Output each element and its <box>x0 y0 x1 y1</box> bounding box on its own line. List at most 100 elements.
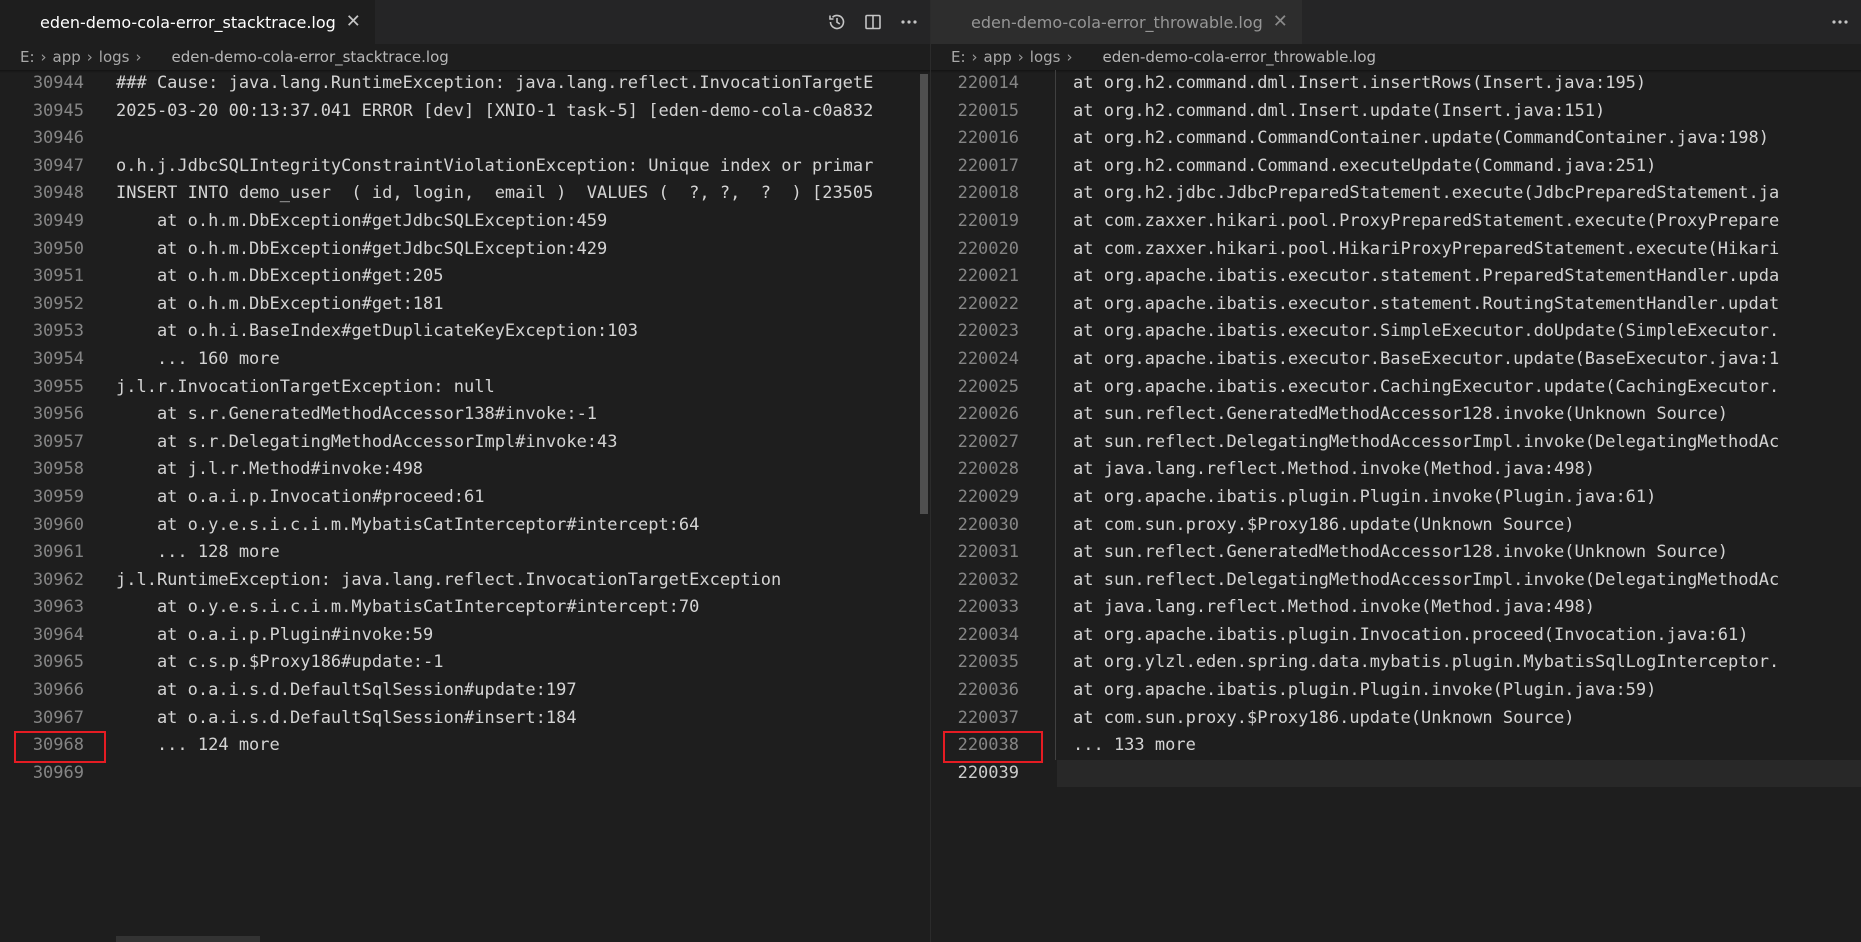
code-area[interactable]: at org.h2.command.dml.Insert.insertRows(… <box>1073 70 1861 787</box>
code-line[interactable]: ... 128 more <box>116 539 930 567</box>
code-line[interactable] <box>116 125 930 153</box>
code-line[interactable]: at j.l.r.Method#invoke:498 <box>116 456 930 484</box>
code-line[interactable]: at com.zaxxer.hikari.pool.ProxyPreparedS… <box>1073 208 1861 236</box>
code-line[interactable]: at java.lang.reflect.Method.invoke(Metho… <box>1073 594 1861 622</box>
code-area[interactable]: ### Cause: java.lang.RuntimeException: j… <box>116 70 930 787</box>
code-line[interactable]: at sun.reflect.GeneratedMethodAccessor12… <box>1073 401 1861 429</box>
code-line[interactable]: ... 160 more <box>116 346 930 374</box>
line-number: 30957 <box>32 431 84 452</box>
code-line[interactable] <box>1073 760 1861 788</box>
editor-left[interactable]: 30944 30945 30946 30947 30948 30949 30950 30951… <box>0 70 930 942</box>
code-line[interactable]: at o.y.e.s.i.c.i.m.MybatisCatInterceptor… <box>116 512 930 540</box>
breadcrumb-item-drive[interactable]: E: › <box>20 48 53 66</box>
code-line[interactable]: at org.apache.ibatis.executor.statement.… <box>1073 263 1861 291</box>
code-line[interactable]: j.l.r.InvocationTargetException: null <box>116 374 930 402</box>
line-number: 30965 <box>32 652 84 673</box>
close-icon[interactable]: ✕ <box>346 13 361 31</box>
line-number: 30955 <box>32 376 84 397</box>
line-number: 220020 <box>957 238 1019 259</box>
more-actions-icon[interactable] <box>1829 11 1851 33</box>
chevron-right-icon: › <box>971 48 978 66</box>
code-line[interactable]: at org.apache.ibatis.executor.CachingExe… <box>1073 374 1861 402</box>
line-number: 220027 <box>957 431 1019 452</box>
breadcrumb-label: app <box>52 48 81 66</box>
code-line[interactable]: at o.y.e.s.i.c.i.m.MybatisCatInterceptor… <box>116 594 930 622</box>
breadcrumb-item-app[interactable]: app › <box>53 48 99 66</box>
code-line[interactable]: ### Cause: java.lang.RuntimeException: j… <box>116 70 930 98</box>
code-line[interactable]: at o.a.i.s.d.DefaultSqlSession#insert:18… <box>116 705 930 733</box>
breadcrumb-item-file[interactable]: eden-demo-cola-error_stacktrace.log <box>171 48 448 66</box>
code-line[interactable]: at o.h.m.DbException#getJdbcSQLException… <box>116 236 930 264</box>
code-line[interactable]: ... 124 more <box>116 732 930 760</box>
code-line[interactable]: at com.sun.proxy.$Proxy186.update(Unknow… <box>1073 512 1861 540</box>
line-number: 30944 <box>32 73 84 93</box>
code-line[interactable]: at o.h.i.BaseIndex#getDuplicateKeyExcept… <box>116 318 930 346</box>
code-line[interactable]: at o.h.m.DbException#getJdbcSQLException… <box>116 208 930 236</box>
highlight-box <box>943 731 1043 763</box>
code-line[interactable]: at java.lang.reflect.Method.invoke(Metho… <box>1073 456 1861 484</box>
code-line[interactable]: at org.h2.command.CommandContainer.updat… <box>1073 125 1861 153</box>
line-number: 220022 <box>957 293 1019 314</box>
code-line[interactable]: at org.h2.command.dml.Insert.update(Inse… <box>1073 98 1861 126</box>
code-line[interactable]: at org.h2.command.dml.Insert.insertRows(… <box>1073 70 1861 98</box>
code-line[interactable]: at o.h.m.DbException#get:181 <box>116 291 930 319</box>
code-line[interactable]: at org.apache.ibatis.plugin.Plugin.invok… <box>1073 484 1861 512</box>
code-line[interactable]: at org.h2.command.Command.executeUpdate(… <box>1073 153 1861 181</box>
close-icon[interactable]: ✕ <box>1273 13 1288 31</box>
more-actions-icon[interactable] <box>898 11 920 33</box>
breadcrumb-item-drive[interactable]: E: › <box>951 48 984 66</box>
code-line[interactable]: at org.apache.ibatis.executor.BaseExecut… <box>1073 346 1861 374</box>
editor-actions-left <box>826 0 920 44</box>
history-icon[interactable] <box>826 11 848 33</box>
horizontal-scrollbar[interactable] <box>116 936 260 942</box>
code-line[interactable]: at sun.reflect.DelegatingMethodAccessorI… <box>1073 429 1861 457</box>
breadcrumb-item-file[interactable]: eden-demo-cola-error_throwable.log <box>1102 48 1376 66</box>
breadcrumb-right: E: › app › logs › eden-demo-cola-error_thro… <box>931 44 1861 70</box>
line-number: 220033 <box>957 597 1019 618</box>
code-line[interactable]: at com.sun.proxy.$Proxy186.update(Unknow… <box>1073 705 1861 733</box>
chevron-right-icon: › <box>1017 48 1024 66</box>
split-editor-icon[interactable] <box>862 11 884 33</box>
code-line[interactable]: at o.a.i.p.Plugin#invoke:59 <box>116 622 930 650</box>
code-line[interactable]: 2025-03-20 00:13:37.041 ERROR [dev] [XNI… <box>116 98 930 126</box>
breadcrumb-item-logs[interactable]: logs › <box>1030 48 1079 66</box>
vertical-scrollbar[interactable] <box>920 74 928 514</box>
breadcrumb-item-app[interactable]: app › <box>984 48 1030 66</box>
line-number: 220025 <box>957 376 1019 397</box>
breadcrumb-item-logs[interactable]: logs › <box>99 48 148 66</box>
code-line[interactable]: at sun.reflect.DelegatingMethodAccessorI… <box>1073 567 1861 595</box>
breadcrumb-label: E: <box>20 48 35 66</box>
line-number: 30952 <box>32 293 84 314</box>
line-number: 30947 <box>32 155 84 176</box>
code-line[interactable]: o.h.j.JdbcSQLIntegrityConstraintViolatio… <box>116 153 930 181</box>
code-line[interactable]: at o.a.i.s.d.DefaultSqlSession#update:19… <box>116 677 930 705</box>
code-line[interactable]: at org.apache.ibatis.executor.statement.… <box>1073 291 1861 319</box>
code-line[interactable]: at s.r.GeneratedMethodAccessor138#invoke… <box>116 401 930 429</box>
line-number: 30956 <box>32 404 84 425</box>
code-line[interactable] <box>116 760 930 788</box>
tabs-bar-right: eden-demo-cola-error_throwable.log ✕ <box>931 0 1861 44</box>
code-line[interactable]: at org.ylzl.eden.spring.data.mybatis.plu… <box>1073 649 1861 677</box>
code-line[interactable]: at sun.reflect.GeneratedMethodAccessor12… <box>1073 539 1861 567</box>
code-line[interactable]: ... 133 more <box>1073 732 1861 760</box>
highlight-box <box>14 731 106 763</box>
tab-throwable-log[interactable]: eden-demo-cola-error_throwable.log ✕ <box>931 0 1302 44</box>
code-line[interactable]: at s.r.DelegatingMethodAccessorImpl#invo… <box>116 429 930 457</box>
line-number: 220014 <box>957 73 1019 93</box>
tab-stacktrace-log[interactable]: eden-demo-cola-error_stacktrace.log ✕ <box>0 0 375 44</box>
line-number: 220018 <box>957 183 1019 204</box>
code-line[interactable]: at o.a.i.p.Invocation#proceed:61 <box>116 484 930 512</box>
code-line[interactable]: at org.h2.jdbc.JdbcPreparedStatement.exe… <box>1073 180 1861 208</box>
code-line[interactable]: at c.s.p.$Proxy186#update:-1 <box>116 649 930 677</box>
breadcrumb-label: logs <box>98 48 130 66</box>
code-line[interactable]: at org.apache.ibatis.executor.SimpleExec… <box>1073 318 1861 346</box>
code-line[interactable]: j.l.RuntimeException: java.lang.reflect.… <box>116 567 930 595</box>
editor-right[interactable]: 220014 220015 220016 220017 220018 220019 2200… <box>931 70 1861 942</box>
line-number: 30951 <box>32 266 84 287</box>
code-line[interactable]: at com.zaxxer.hikari.pool.HikariProxyPre… <box>1073 236 1861 264</box>
code-line[interactable]: INSERT INTO demo_user ( id, login, email… <box>116 180 930 208</box>
code-line[interactable]: at org.apache.ibatis.plugin.Invocation.p… <box>1073 622 1861 650</box>
line-number: 220031 <box>957 542 1019 563</box>
code-line[interactable]: at o.h.m.DbException#get:205 <box>116 263 930 291</box>
code-line[interactable]: at org.apache.ibatis.plugin.Plugin.invok… <box>1073 677 1861 705</box>
